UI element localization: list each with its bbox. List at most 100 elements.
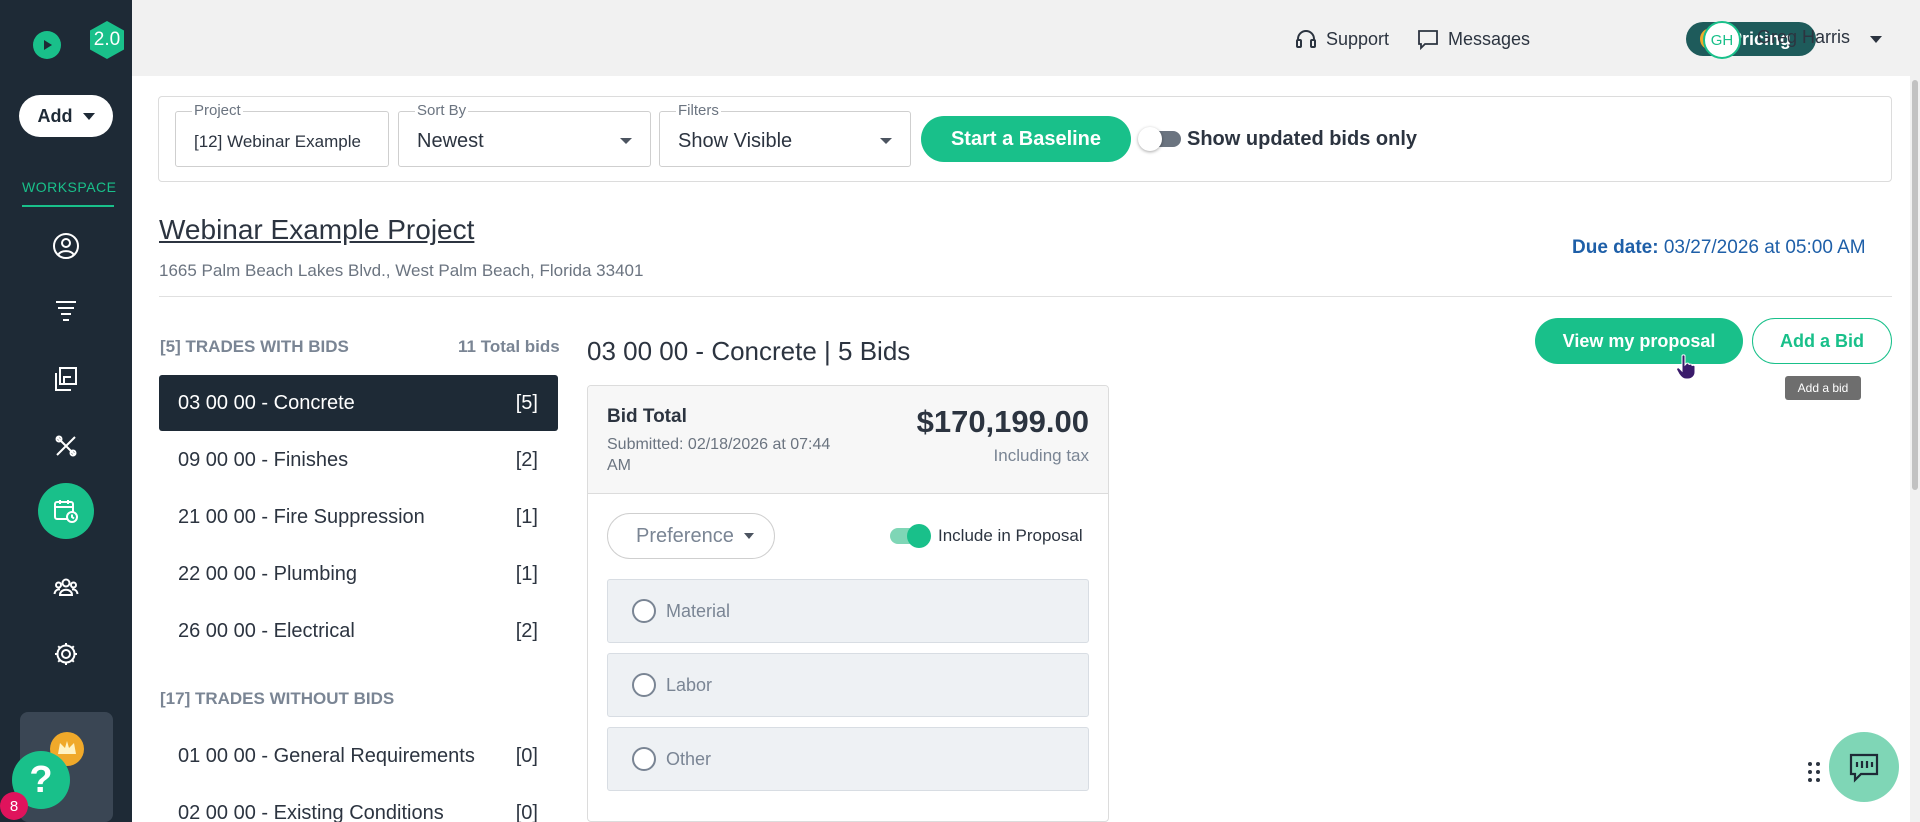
total-bids-count: 11 Total bids bbox=[458, 337, 560, 356]
sort-by-label: Sort By bbox=[415, 102, 469, 119]
calendar-clock-icon bbox=[54, 500, 78, 523]
trade-name: 01 00 00 - General Requirements bbox=[178, 744, 475, 767]
radio-button[interactable] bbox=[632, 747, 656, 771]
bid-tax-note: Including tax bbox=[993, 446, 1089, 465]
trade-name: 22 00 00 - Plumbing bbox=[178, 562, 358, 585]
header-divider bbox=[159, 296, 1892, 297]
hand-pointer-icon bbox=[1676, 354, 1696, 380]
chevron-down-icon bbox=[743, 533, 754, 539]
option-label: Other bbox=[666, 748, 712, 769]
preference-label: Preference bbox=[636, 524, 734, 547]
nav-item-bids[interactable] bbox=[38, 483, 94, 539]
toggle-knob bbox=[907, 524, 931, 548]
chevron-down-icon bbox=[620, 138, 632, 144]
page-scrollbar[interactable] bbox=[1910, 76, 1920, 822]
updated-bids-toggle[interactable] bbox=[1138, 127, 1181, 151]
trade-count: [0] bbox=[515, 744, 538, 767]
notification-count-badge[interactable]: 8 bbox=[0, 792, 28, 820]
drag-handle-icon[interactable] bbox=[1806, 760, 1822, 784]
trade-name: 26 00 00 - Electrical bbox=[178, 619, 355, 642]
nav-item-documents[interactable] bbox=[46, 359, 86, 399]
sort-by-select[interactable]: Sort By Newest bbox=[398, 102, 651, 167]
add-button[interactable]: Add bbox=[19, 95, 113, 137]
messages-link[interactable]: Messages bbox=[1416, 25, 1530, 53]
chat-icon bbox=[1849, 753, 1879, 783]
top-bar: Support Messages Pricing GH Greg Harris bbox=[132, 0, 1920, 76]
due-date-value: 03/27/2026 at 05:00 AM bbox=[1663, 237, 1866, 258]
project-select-label: Project bbox=[192, 102, 243, 119]
option-label: Material bbox=[666, 600, 731, 621]
chevron-down-icon bbox=[82, 112, 95, 120]
trade-item-general-requirements[interactable]: 01 00 00 - General Requirements [0] bbox=[159, 728, 558, 784]
trade-item-finishes[interactable]: 09 00 00 - Finishes [2] bbox=[159, 432, 558, 488]
nav-item-profile[interactable] bbox=[46, 226, 86, 266]
include-in-proposal-toggle[interactable] bbox=[890, 524, 931, 548]
filters-select[interactable]: Filters Show Visible bbox=[659, 102, 911, 167]
play-button[interactable] bbox=[33, 31, 61, 59]
bid-submitted-date: Submitted: 02/18/2026 at 07:44 AM bbox=[607, 436, 831, 474]
trade-item-plumbing[interactable]: 22 00 00 - Plumbing [1] bbox=[159, 546, 558, 602]
chat-button[interactable] bbox=[1829, 732, 1899, 802]
include-in-proposal-label[interactable]: Include in Proposal bbox=[938, 526, 1083, 546]
view-proposal-button[interactable]: View my proposal bbox=[1535, 318, 1743, 364]
updated-bids-label[interactable]: Show updated bids only bbox=[1187, 128, 1417, 151]
user-circle-icon bbox=[53, 233, 79, 259]
trade-count: [5] bbox=[515, 391, 538, 414]
project-title[interactable]: Webinar Example Project bbox=[159, 214, 474, 246]
add-bid-button[interactable]: Add a Bid bbox=[1752, 318, 1892, 364]
workspace-underline bbox=[22, 205, 114, 207]
trade-count: [0] bbox=[515, 801, 538, 822]
radio-button[interactable] bbox=[632, 599, 656, 623]
gear-icon bbox=[55, 643, 77, 665]
project-select[interactable]: Project [12] Webinar Example bbox=[175, 102, 389, 167]
bid-card-header: Bid Total Submitted: 02/18/2026 at 07:44… bbox=[588, 386, 1108, 494]
messages-label: Messages bbox=[1448, 28, 1531, 49]
preference-dropdown[interactable]: Preference bbox=[607, 513, 775, 559]
sort-by-value: Newest bbox=[417, 130, 484, 152]
trade-item-fire-suppression[interactable]: 21 00 00 - Fire Suppression [1] bbox=[159, 489, 558, 545]
radio-button[interactable] bbox=[632, 673, 656, 697]
project-select-value: [12] Webinar Example bbox=[194, 132, 361, 151]
trade-count: [2] bbox=[515, 619, 538, 642]
trade-count: [1] bbox=[515, 562, 538, 585]
trade-count: [1] bbox=[515, 505, 538, 528]
user-name[interactable]: Greg Harris bbox=[1757, 27, 1850, 48]
bid-amount: $170,199.00 bbox=[916, 404, 1089, 439]
scrollbar-thumb[interactable] bbox=[1912, 80, 1918, 490]
option-other[interactable]: Other bbox=[607, 727, 1089, 791]
app-root: 2.0 Add WORKSPACE ? 8 Support Messages P… bbox=[0, 0, 1920, 822]
add-bid-tooltip: Add a bid bbox=[1785, 376, 1861, 400]
filter-panel: Project [12] Webinar Example Sort By New… bbox=[158, 96, 1892, 182]
option-material[interactable]: Material bbox=[607, 579, 1089, 643]
support-label: Support bbox=[1326, 28, 1390, 49]
support-link[interactable]: Support bbox=[1294, 25, 1389, 53]
trade-item-electrical[interactable]: 26 00 00 - Electrical [2] bbox=[159, 603, 558, 659]
trades-without-bids-heading: [17] TRADES WITHOUT BIDS bbox=[160, 689, 395, 708]
trade-count: [2] bbox=[515, 448, 538, 471]
bid-total-label: Bid Total bbox=[607, 406, 687, 427]
nav-item-team[interactable] bbox=[46, 567, 86, 607]
trade-item-existing-conditions[interactable]: 02 00 00 - Existing Conditions [0] bbox=[159, 785, 558, 822]
avatar[interactable]: GH bbox=[1703, 21, 1741, 59]
chevron-down-icon[interactable] bbox=[1870, 36, 1882, 43]
due-date: Due date: 03/27/2026 at 05:00 AM bbox=[1572, 237, 1866, 259]
add-button-label: Add bbox=[37, 105, 73, 126]
filters-label: Filters bbox=[676, 102, 721, 119]
nav-item-settings[interactable] bbox=[46, 634, 86, 674]
play-icon bbox=[44, 40, 52, 50]
start-baseline-button[interactable]: Start a Baseline bbox=[921, 116, 1131, 162]
nav-item-tools[interactable] bbox=[46, 426, 86, 466]
trade-item-concrete[interactable]: 03 00 00 - Concrete [5] bbox=[159, 375, 558, 431]
funnel-icon bbox=[56, 301, 76, 321]
toggle-knob bbox=[1138, 127, 1162, 151]
due-date-label: Due date: bbox=[1572, 237, 1659, 258]
trade-name: 09 00 00 - Finishes bbox=[178, 448, 349, 471]
filters-value: Show Visible bbox=[678, 130, 793, 152]
version-badge[interactable]: 2.0 bbox=[88, 20, 126, 60]
trade-name: 03 00 00 - Concrete bbox=[178, 391, 355, 414]
nav-item-funnel[interactable] bbox=[46, 291, 86, 331]
bid-card: Bid Total Submitted: 02/18/2026 at 07:44… bbox=[587, 385, 1109, 822]
option-label: Labor bbox=[666, 674, 713, 695]
option-labor[interactable]: Labor bbox=[607, 653, 1089, 717]
project-address: 1665 Palm Beach Lakes Blvd., West Palm B… bbox=[159, 261, 644, 280]
